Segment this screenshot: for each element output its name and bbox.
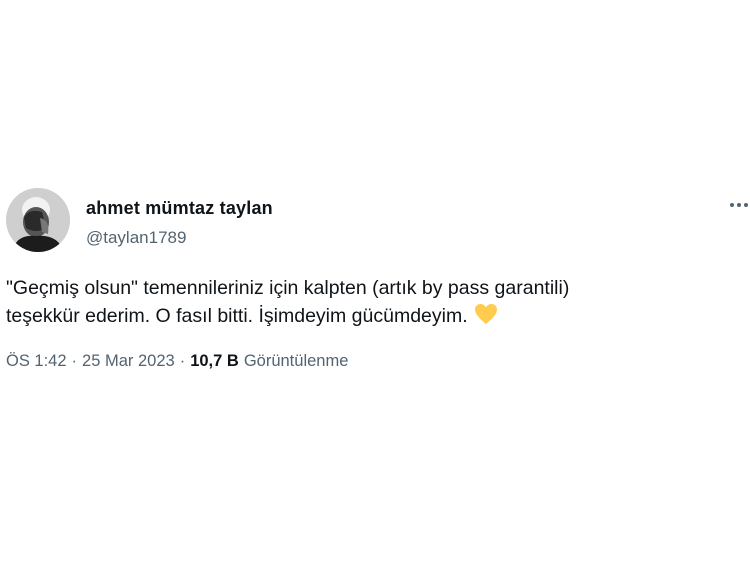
views-count[interactable]: 10,7 B	[190, 352, 239, 371]
author-display-name[interactable]: ahmet mümtaz taylan	[86, 198, 273, 219]
author-handle[interactable]: @taylan1789	[86, 228, 273, 248]
tweet-date: 25 Mar 2023	[82, 352, 175, 370]
more-options-icon[interactable]	[730, 203, 748, 207]
dot	[730, 203, 734, 207]
tweet-text: "Geçmiş olsun" temennileriniz için kalpt…	[6, 274, 726, 333]
tweet-time: ÖS 1:42	[6, 352, 67, 370]
timestamp-link[interactable]: ÖS 1:42 · 25 Mar 2023	[6, 352, 175, 371]
tweet-text-line: "Geçmiş olsun" temennileriniz için kalpt…	[6, 277, 570, 299]
separator: ·	[179, 352, 186, 370]
tweet-meta: ÖS 1:42 · 25 Mar 2023 · 10,7 B Görüntülenm…	[6, 352, 348, 371]
separator: ·	[71, 352, 78, 370]
tweet-text-line-content: teşekkür ederim. O fasıl bitti. İşimdeyi…	[6, 305, 468, 327]
tweet-text-line: teşekkür ederim. O fasıl bitti. İşimdeyi…	[6, 302, 726, 333]
tweet: ahmet mümtaz taylan @taylan1789 "Geçmiş …	[0, 0, 750, 562]
avatar-photo	[6, 188, 70, 252]
views-label: Görüntülenme	[243, 352, 349, 370]
avatar[interactable]	[6, 188, 70, 252]
dot	[737, 203, 741, 207]
dot	[744, 203, 748, 207]
author-block: ahmet mümtaz taylan @taylan1789	[86, 198, 273, 248]
yellow-heart-icon	[474, 303, 498, 333]
